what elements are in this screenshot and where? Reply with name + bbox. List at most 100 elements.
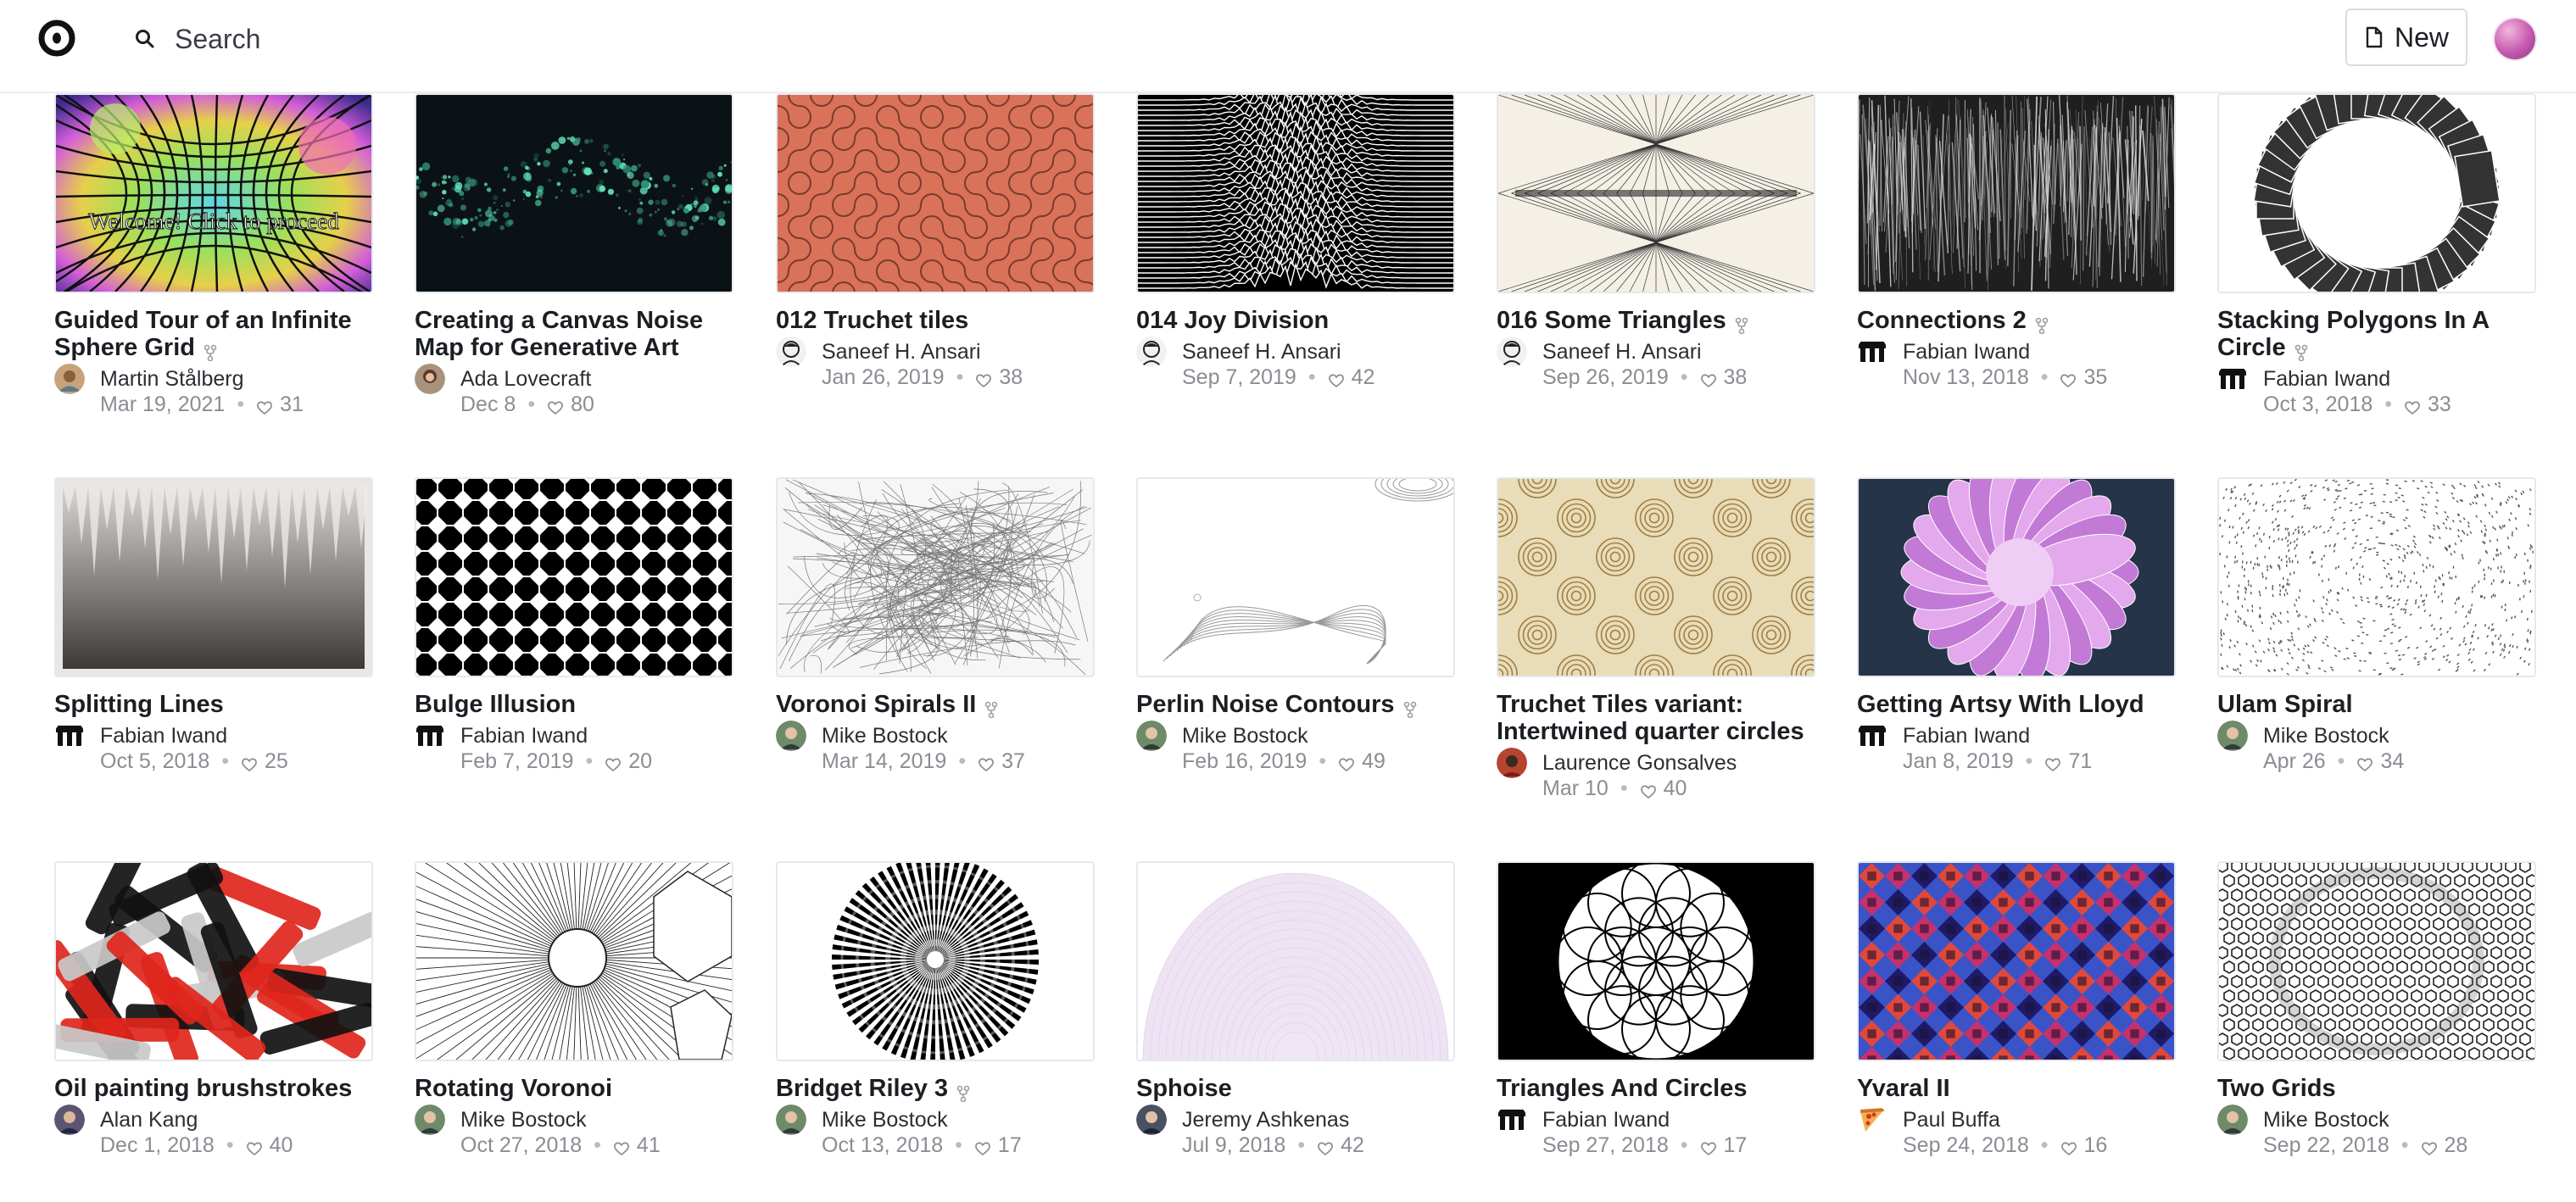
notebook-card[interactable]: 012 Truchet tiles Saneef H. Ansari Jan 26,…: [776, 93, 1095, 432]
notebook-title[interactable]: Truchet Tiles variant: Intertwined quart…: [1497, 691, 1815, 745]
observable-logo-icon[interactable]: [37, 19, 76, 58]
author-name[interactable]: Martin Stålberg: [100, 367, 244, 392]
author-name[interactable]: Mike Bostock: [822, 1108, 948, 1132]
author-name[interactable]: Mike Bostock: [460, 1108, 587, 1132]
notebook-title[interactable]: Splitting Lines: [54, 691, 373, 718]
heart-icon[interactable]: [975, 370, 992, 388]
notebook-title-text[interactable]: Oil painting brushstrokes: [54, 1075, 352, 1102]
notebook-title-text[interactable]: 016 Some Triangles: [1497, 307, 1726, 334]
notebook-card[interactable]: Perlin Noise Contours Mike Bostock Feb 16,…: [1136, 477, 1455, 816]
notebook-card[interactable]: 016 Some Triangles Saneef H. Ansari Sep 26…: [1497, 93, 1815, 432]
author-avatar[interactable]: [1497, 1105, 1527, 1135]
author-avatar[interactable]: [1497, 748, 1527, 778]
notebook-title-text[interactable]: 012 Truchet tiles: [776, 307, 968, 334]
notebook-title[interactable]: Two Grids: [2217, 1075, 2536, 1102]
notebook-title[interactable]: Sphoise: [1136, 1075, 1455, 1102]
notebook-title[interactable]: 016 Some Triangles: [1497, 307, 1815, 335]
author-avatar[interactable]: [2217, 1105, 2248, 1135]
notebook-thumbnail[interactable]: [1136, 93, 1455, 293]
author-avatar[interactable]: [776, 1105, 806, 1135]
user-avatar[interactable]: [2495, 19, 2535, 59]
heart-icon[interactable]: [2060, 1138, 2077, 1156]
notebook-title-text[interactable]: Creating a Canvas Noise Map for Generati…: [415, 307, 703, 361]
notebook-thumbnail[interactable]: [1136, 861, 1455, 1061]
heart-icon[interactable]: [605, 754, 622, 772]
heart-icon[interactable]: [1640, 781, 1657, 799]
notebook-title-text[interactable]: Two Grids: [2217, 1075, 2336, 1102]
notebook-thumbnail[interactable]: Welcome! Click to proceed: [54, 93, 373, 293]
notebook-title[interactable]: Yvaral II: [1857, 1075, 2176, 1102]
notebook-title[interactable]: Stacking Polygons In A Circle: [2217, 307, 2536, 362]
author-name[interactable]: Fabian Iwand: [1903, 724, 2030, 748]
notebook-card[interactable]: Connections 2 Fabian Iwand Nov 13, 2018 • 35: [1857, 93, 2176, 432]
notebook-title-text[interactable]: Triangles And Circles: [1497, 1075, 1747, 1102]
heart-icon[interactable]: [2421, 1138, 2438, 1156]
author-avatar[interactable]: [776, 721, 806, 751]
notebook-title[interactable]: Guided Tour of an Infinite Sphere Grid: [54, 307, 373, 362]
author-avatar[interactable]: [1136, 721, 1167, 751]
notebook-title-text[interactable]: Rotating Voronoi: [415, 1075, 612, 1102]
author-name[interactable]: Fabian Iwand: [100, 724, 227, 748]
notebook-title[interactable]: Creating a Canvas Noise Map for Generati…: [415, 307, 733, 361]
notebook-card[interactable]: Splitting Lines Fabian Iwand Oct 5, 2018 • 2…: [54, 477, 373, 816]
notebook-thumbnail[interactable]: [1857, 861, 2176, 1061]
heart-icon[interactable]: [256, 397, 273, 415]
notebook-card[interactable]: Triangles And Circles Fabian Iwand Sep 27,…: [1497, 861, 1815, 1200]
author-avatar[interactable]: [1857, 1105, 1887, 1135]
heart-icon[interactable]: [241, 754, 258, 772]
notebook-thumbnail[interactable]: [415, 861, 733, 1061]
author-name[interactable]: Ada Lovecraft: [460, 367, 591, 392]
notebook-thumbnail[interactable]: [2217, 477, 2536, 677]
notebook-title-text[interactable]: 014 Joy Division: [1136, 307, 1329, 334]
author-name[interactable]: Saneef H. Ansari: [822, 340, 981, 364]
author-name[interactable]: Mike Bostock: [2263, 1108, 2389, 1132]
notebook-title-text[interactable]: Stacking Polygons In A Circle: [2217, 307, 2489, 361]
author-name[interactable]: Fabian Iwand: [1903, 340, 2030, 364]
author-name[interactable]: Fabian Iwand: [2263, 367, 2390, 392]
notebook-title-text[interactable]: Ulam Spiral: [2217, 691, 2353, 718]
notebook-title-text[interactable]: Bulge Illusion: [415, 691, 576, 718]
author-avatar[interactable]: [1857, 337, 1887, 367]
notebook-card[interactable]: Bridget Riley 3 Mike Bostock Oct 13, 2018 •…: [776, 861, 1095, 1200]
author-avatar[interactable]: [2217, 364, 2248, 394]
notebook-title[interactable]: Ulam Spiral: [2217, 691, 2536, 718]
notebook-title-text[interactable]: Connections 2: [1857, 307, 2027, 334]
author-avatar[interactable]: [2217, 721, 2248, 751]
notebook-title[interactable]: Triangles And Circles: [1497, 1075, 1815, 1102]
notebook-title-text[interactable]: Yvaral II: [1857, 1075, 1950, 1102]
author-avatar[interactable]: [1497, 337, 1527, 367]
notebook-card[interactable]: Getting Artsy With Lloyd Fabian Iwand Jan …: [1857, 477, 2176, 816]
notebook-card[interactable]: Oil painting brushstrokes Alan Kang Dec 1,…: [54, 861, 373, 1200]
heart-icon[interactable]: [1317, 1138, 1334, 1156]
notebook-title-text[interactable]: Truchet Tiles variant: Intertwined quart…: [1497, 691, 1804, 745]
notebook-card[interactable]: Rotating Voronoi Mike Bostock Oct 27, 2018…: [415, 861, 733, 1200]
heart-icon[interactable]: [547, 397, 564, 415]
notebook-thumbnail[interactable]: [54, 861, 373, 1061]
notebook-thumbnail[interactable]: [776, 93, 1095, 293]
notebook-title[interactable]: Connections 2: [1857, 307, 2176, 335]
notebook-title[interactable]: Getting Artsy With Lloyd: [1857, 691, 2176, 718]
author-name[interactable]: Fabian Iwand: [460, 724, 588, 748]
notebook-thumbnail[interactable]: [1497, 93, 1815, 293]
author-name[interactable]: Mike Bostock: [2263, 724, 2389, 748]
author-avatar[interactable]: [1136, 337, 1167, 367]
notebook-title[interactable]: 014 Joy Division: [1136, 307, 1455, 334]
author-avatar[interactable]: [415, 1105, 445, 1135]
author-name[interactable]: Jeremy Ashkenas: [1182, 1108, 1349, 1132]
heart-icon[interactable]: [1328, 370, 1345, 388]
notebook-thumbnail[interactable]: [1497, 477, 1815, 677]
notebook-title[interactable]: Perlin Noise Contours: [1136, 691, 1455, 719]
author-name[interactable]: Fabian Iwand: [1542, 1108, 1670, 1132]
notebook-card[interactable]: Sphoise Jeremy Ashkenas Jul 9, 2018 • 42: [1136, 861, 1455, 1200]
notebook-thumbnail[interactable]: [1136, 477, 1455, 677]
notebook-card[interactable]: Truchet Tiles variant: Intertwined quart…: [1497, 477, 1815, 816]
notebook-thumbnail[interactable]: [2217, 861, 2536, 1061]
heart-icon[interactable]: [613, 1138, 630, 1156]
author-name[interactable]: Laurence Gonsalves: [1542, 751, 1737, 776]
notebook-thumbnail[interactable]: [776, 861, 1095, 1061]
author-avatar[interactable]: [1136, 1105, 1167, 1135]
heart-icon[interactable]: [1700, 370, 1717, 388]
author-name[interactable]: Paul Buffa: [1903, 1108, 2000, 1132]
heart-icon[interactable]: [1338, 754, 1355, 772]
notebook-card[interactable]: Creating a Canvas Noise Map for Generati…: [415, 93, 733, 432]
